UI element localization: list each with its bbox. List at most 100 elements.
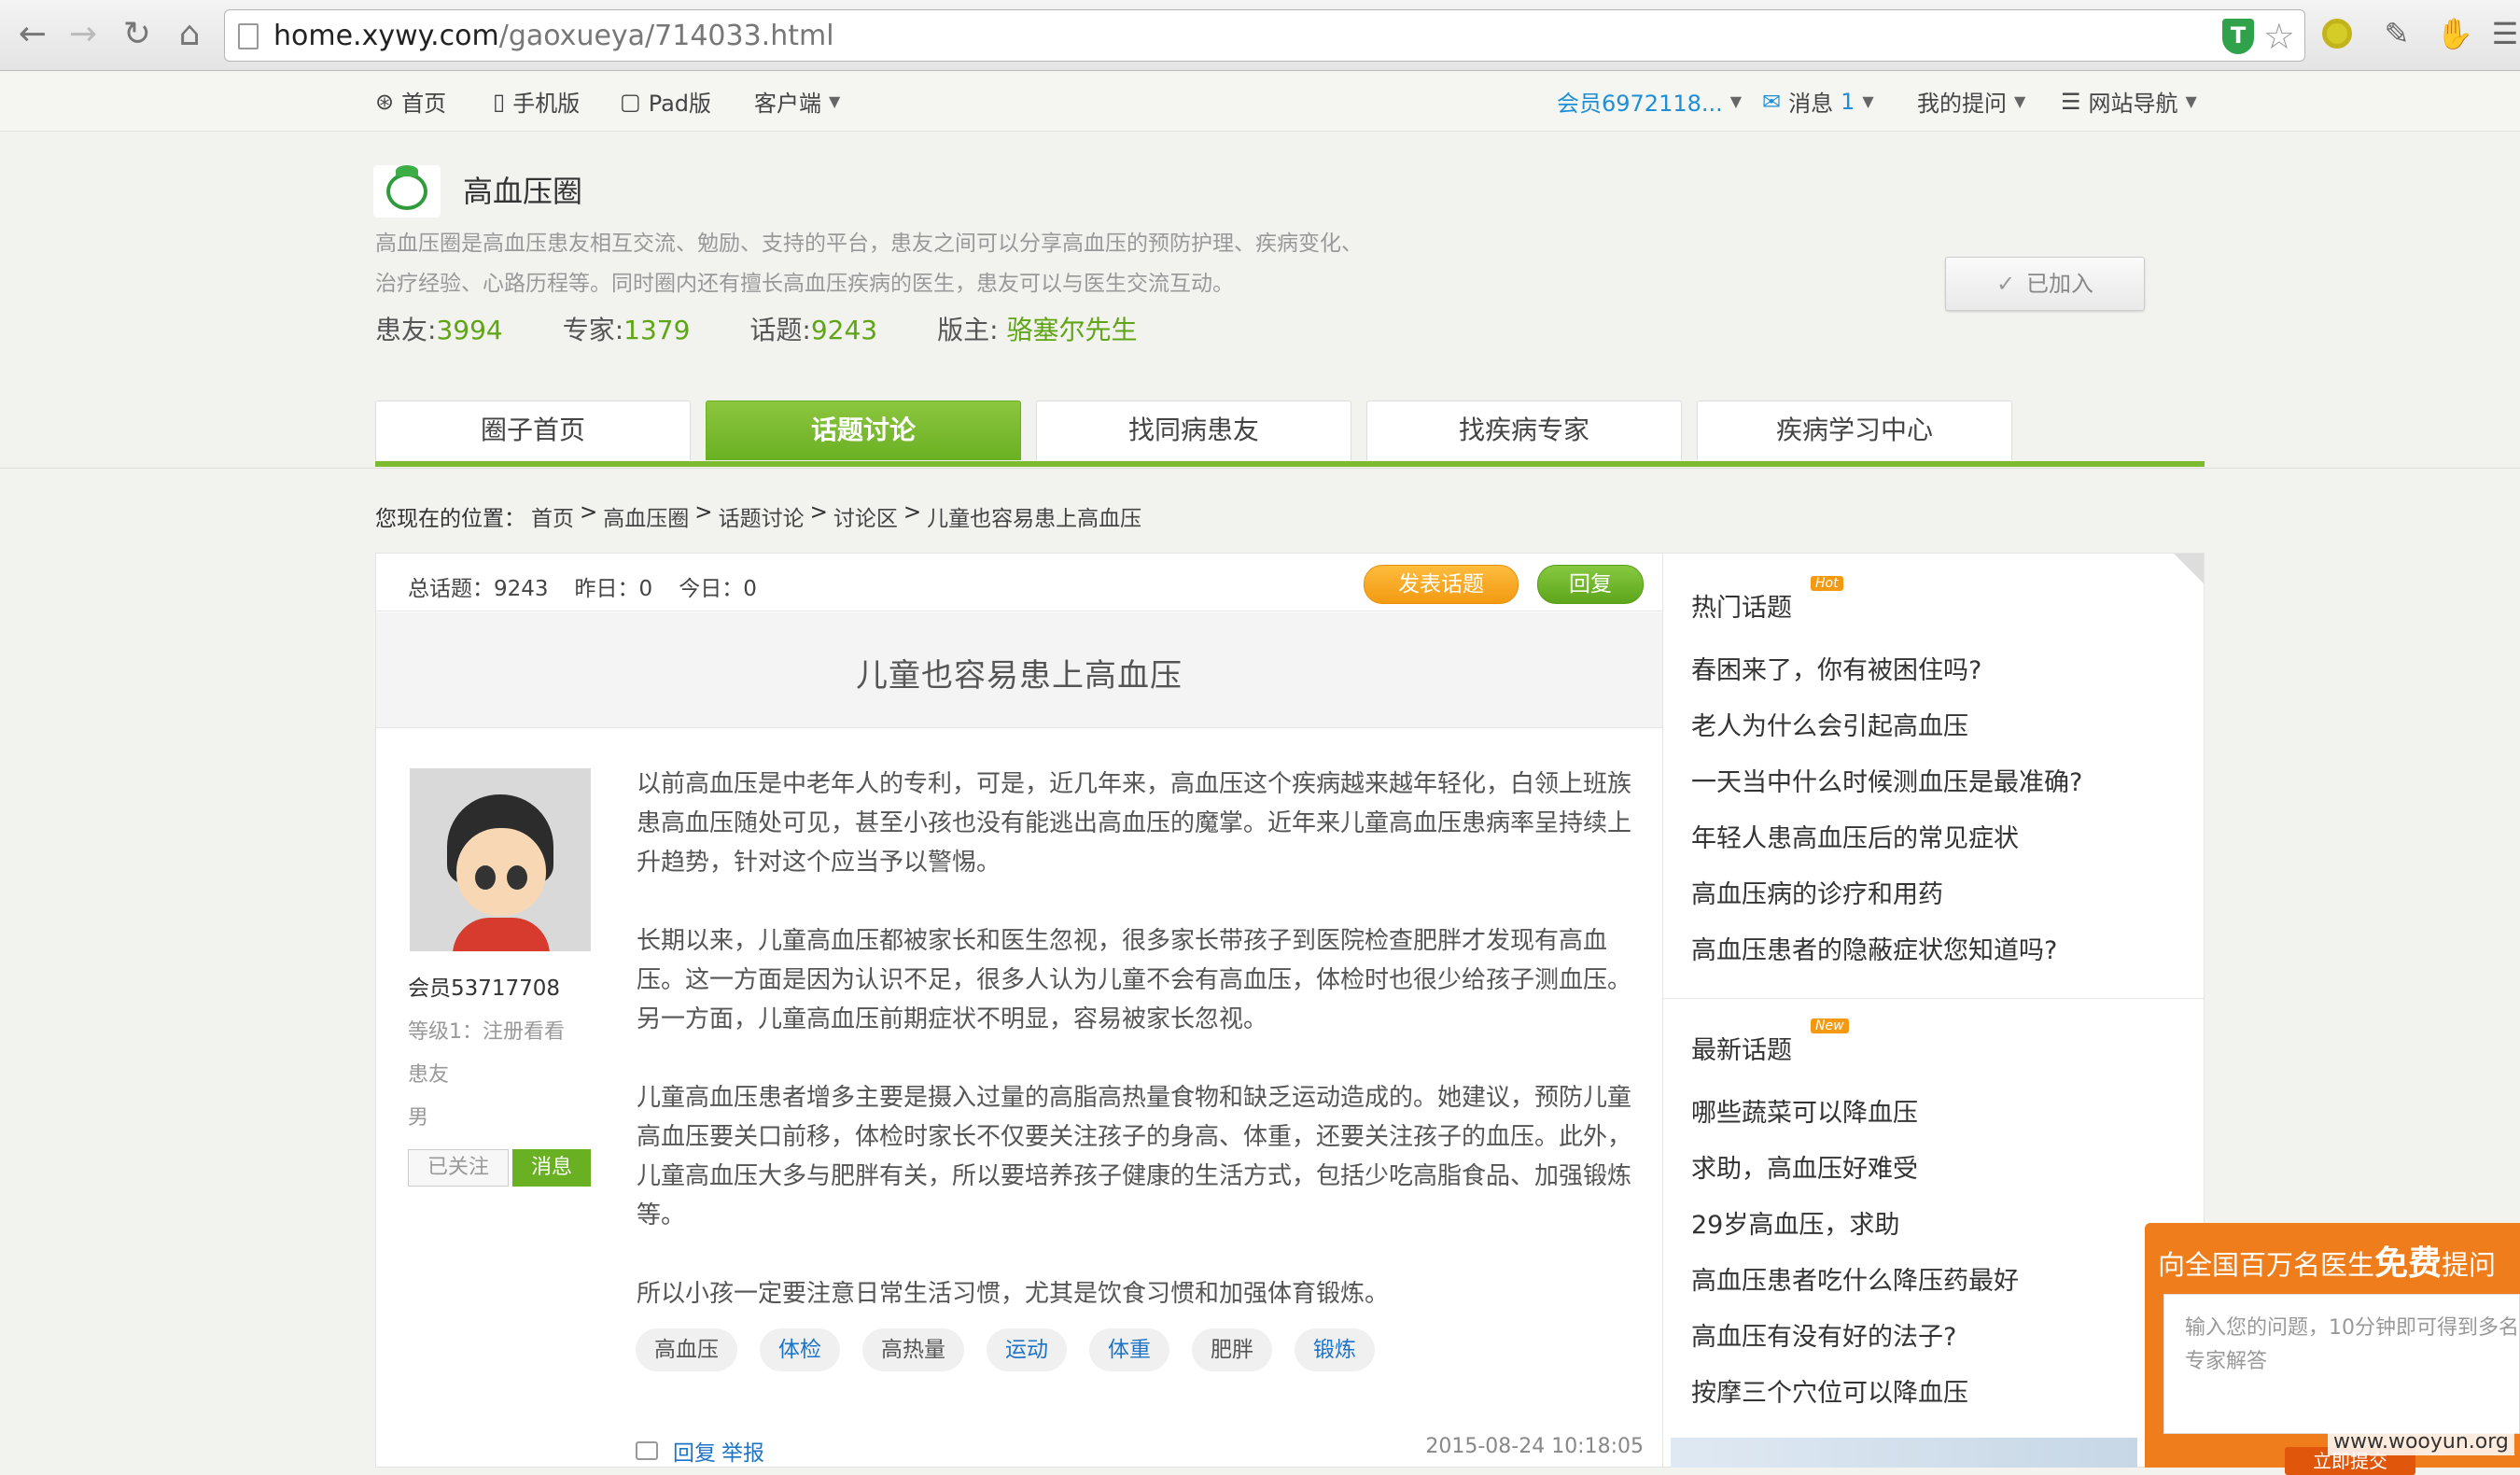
- list-item[interactable]: 高血压病的诊疗和用药: [1691, 867, 2082, 923]
- tab-find-experts[interactable]: 找疾病专家: [1366, 400, 1682, 460]
- circle-logo: [373, 165, 441, 218]
- member-menu[interactable]: 会员6972118... ▼: [1557, 85, 1742, 118]
- patients-stat: 患友:3994: [375, 315, 503, 345]
- address-bar[interactable]: home.xywy.com/gaoxueya/714033.html T ☆: [224, 9, 2305, 62]
- breadcrumb: 您现在的位置： 首页 > 高血压圈 > 话题讨论 > 讨论区 > 儿童也容易患上高血压: [375, 500, 1142, 532]
- nav-client[interactable]: 客户端 ▼: [754, 85, 840, 118]
- post-timestamp: 2015-08-24 10:18:05: [1425, 1435, 1644, 1458]
- forward-icon[interactable]: →: [62, 13, 105, 56]
- list-item[interactable]: 年轻人患高血压后的常见症状: [1691, 811, 2082, 867]
- circle-stats: 患友:3994 专家:1379 话题:9243 版主: 骆塞尔先生: [375, 310, 1137, 347]
- reload-icon[interactable]: ↻: [116, 13, 159, 56]
- post-reply-link[interactable]: 回复: [673, 1435, 716, 1467]
- browser-toolbar: ← → ↻ ⌂ home.xywy.com/gaoxueya/714033.ht…: [0, 0, 2520, 71]
- tag[interactable]: 体重: [1089, 1328, 1169, 1371]
- tablet-icon: ▢: [620, 88, 641, 115]
- chevron-down-icon: ▼: [1729, 92, 1743, 110]
- list-item[interactable]: 高血压有没有好的法子?: [1691, 1310, 2019, 1366]
- chevron-down-icon: ▼: [2014, 92, 2026, 110]
- tag[interactable]: 体检: [760, 1328, 840, 1371]
- topic-stats: 总话题：9243 昨日：0 今日：0: [408, 577, 757, 601]
- extension-tool-icon[interactable]: ✎: [2378, 15, 2415, 52]
- list-item[interactable]: 按摩三个穴位可以降血压: [1691, 1366, 2019, 1422]
- circle-name: 高血压圈: [463, 174, 583, 209]
- home-icon[interactable]: ⌂: [168, 13, 211, 56]
- sidebar-banner-image[interactable]: [1671, 1438, 2137, 1468]
- list-item[interactable]: 求助，高血压好难受: [1691, 1142, 2019, 1198]
- list-icon: ☰: [2061, 88, 2081, 115]
- list-item[interactable]: 老人为什么会引起高血压: [1691, 699, 2082, 755]
- nav-mobile[interactable]: ▯ 手机版: [493, 85, 580, 118]
- post-content: 以前高血压是中老年人的专利，可是，近几年来，高血压这个疾病越来越年轻化，白领上班…: [637, 770, 1632, 1308]
- hot-badge: Hot: [1811, 576, 1843, 591]
- leaf-logo-icon: [386, 165, 427, 210]
- tag[interactable]: 高热量: [862, 1328, 964, 1371]
- joined-button[interactable]: ✓ 已加入: [1945, 257, 2145, 311]
- chevron-down-icon: ▼: [1862, 92, 1874, 110]
- hot-topics-title: 热门话题: [1691, 594, 1792, 623]
- breadcrumb-item[interactable]: 首页: [531, 500, 574, 532]
- site-nav-menu[interactable]: ☰ 网站导航 ▼: [2061, 85, 2197, 118]
- post-title: 儿童也容易患上高血压: [856, 657, 1183, 695]
- ask-widget-title: 向全国百万名医生免费提问: [2158, 1244, 2497, 1283]
- author-name[interactable]: 会员53717708: [408, 970, 560, 1002]
- reply-button[interactable]: 回复: [1537, 565, 1644, 604]
- new-topics-title: 最新话题: [1691, 1036, 1792, 1065]
- list-item[interactable]: 哪些蔬菜可以降血压: [1691, 1086, 2019, 1142]
- comment-icon: [636, 1441, 658, 1460]
- tab-circle-home[interactable]: 圈子首页: [375, 400, 691, 460]
- breadcrumb-item[interactable]: 讨论区: [833, 500, 898, 532]
- chevron-down-icon: ▼: [829, 92, 841, 110]
- tab-learning-center[interactable]: 疾病学习中心: [1697, 400, 2012, 460]
- post-report-link[interactable]: 举报: [721, 1435, 764, 1467]
- breadcrumb-item[interactable]: 高血压圈: [603, 500, 689, 532]
- page-curl-icon: [2174, 554, 2204, 583]
- url-text: home.xywy.com/gaoxueya/714033.html: [273, 20, 834, 52]
- followed-button[interactable]: 已关注: [408, 1149, 509, 1187]
- chevron-down-icon: ▼: [2185, 92, 2197, 110]
- list-item[interactable]: 春困来了，你有被困住吗?: [1691, 643, 2082, 699]
- bookmark-star-icon[interactable]: ☆: [2263, 16, 2295, 57]
- list-item[interactable]: 高血压患者吃什么降压药最好: [1691, 1254, 2019, 1310]
- home-globe-icon: ⊛: [375, 88, 395, 115]
- page-icon: [238, 23, 259, 49]
- tab-topic-discussion[interactable]: 话题讨论: [706, 400, 1021, 460]
- extension-circle-icon[interactable]: [2322, 19, 2352, 49]
- question-placeholder: 输入您的问题，10分钟即可得到多名专家解答: [2185, 1316, 2519, 1373]
- tag[interactable]: 肥胖: [1192, 1328, 1272, 1371]
- extension-menu-icon[interactable]: ☰: [2486, 15, 2520, 52]
- tag[interactable]: 运动: [987, 1328, 1067, 1371]
- experts-stat: 专家:1379: [562, 315, 691, 345]
- tab-find-patients[interactable]: 找同病患友: [1036, 400, 1351, 460]
- post-topic-button[interactable]: 发表话题: [1364, 565, 1519, 604]
- topics-stat: 话题:9243: [749, 315, 878, 345]
- messages-menu[interactable]: ✉ 消息 1 ▼: [1762, 85, 1874, 118]
- breadcrumb-item[interactable]: 话题讨论: [719, 500, 805, 532]
- extension-puzzle-icon[interactable]: ✋: [2436, 15, 2473, 52]
- shield-icon[interactable]: T: [2222, 19, 2254, 54]
- nav-pad[interactable]: ▢ Pad版: [620, 85, 711, 118]
- back-icon[interactable]: ←: [11, 13, 54, 56]
- avatar[interactable]: [410, 768, 591, 951]
- list-item[interactable]: 29岁高血压，求助: [1691, 1198, 2019, 1254]
- new-topics-list: 哪些蔬菜可以降血压 求助，高血压好难受 29岁高血压，求助 高血压患者吃什么降压…: [1691, 1086, 2019, 1422]
- list-item[interactable]: 高血压患者的隐蔽症状您知道吗?: [1691, 923, 2082, 979]
- tag[interactable]: 高血压: [636, 1328, 737, 1371]
- mail-icon: ✉: [1762, 88, 1782, 115]
- question-input[interactable]: 输入您的问题，10分钟即可得到多名专家解答: [2163, 1294, 2520, 1434]
- circle-tabs: 圈子首页 话题讨论 找同病患友 找疾病专家 疾病学习中心: [375, 400, 2205, 460]
- message-button[interactable]: 消息: [512, 1149, 591, 1187]
- post-actions: 回复 举报: [636, 1435, 764, 1467]
- list-item[interactable]: 一天当中什么时候测血压是最准确?: [1691, 755, 2082, 811]
- sidebar: 热门话题 Hot 春困来了，你有被困住吗? 老人为什么会引起高血压 一天当中什么…: [1663, 553, 2205, 1468]
- tag[interactable]: 锻炼: [1295, 1328, 1375, 1371]
- tab-underline: [375, 461, 2205, 467]
- divider: [1663, 998, 2205, 999]
- circle-description: 高血压圈是高血压患友相互交流、勉励、支持的平台，患友之间可以分享高血压的预防护理…: [375, 232, 1363, 296]
- nav-home[interactable]: ⊛ 首页: [375, 85, 446, 118]
- author-info: 等级1：注册看看 患友 男: [408, 1020, 565, 1130]
- moderator-link[interactable]: 骆塞尔先生: [1006, 315, 1137, 345]
- topic-toolbar: 总话题：9243 昨日：0 今日：0 发表话题 回复: [376, 554, 1662, 611]
- my-questions-menu[interactable]: 我的提问 ▼: [1917, 85, 2025, 118]
- post-tags: 高血压 体检 高热量 运动 体重 肥胖 锻炼: [636, 1328, 1375, 1371]
